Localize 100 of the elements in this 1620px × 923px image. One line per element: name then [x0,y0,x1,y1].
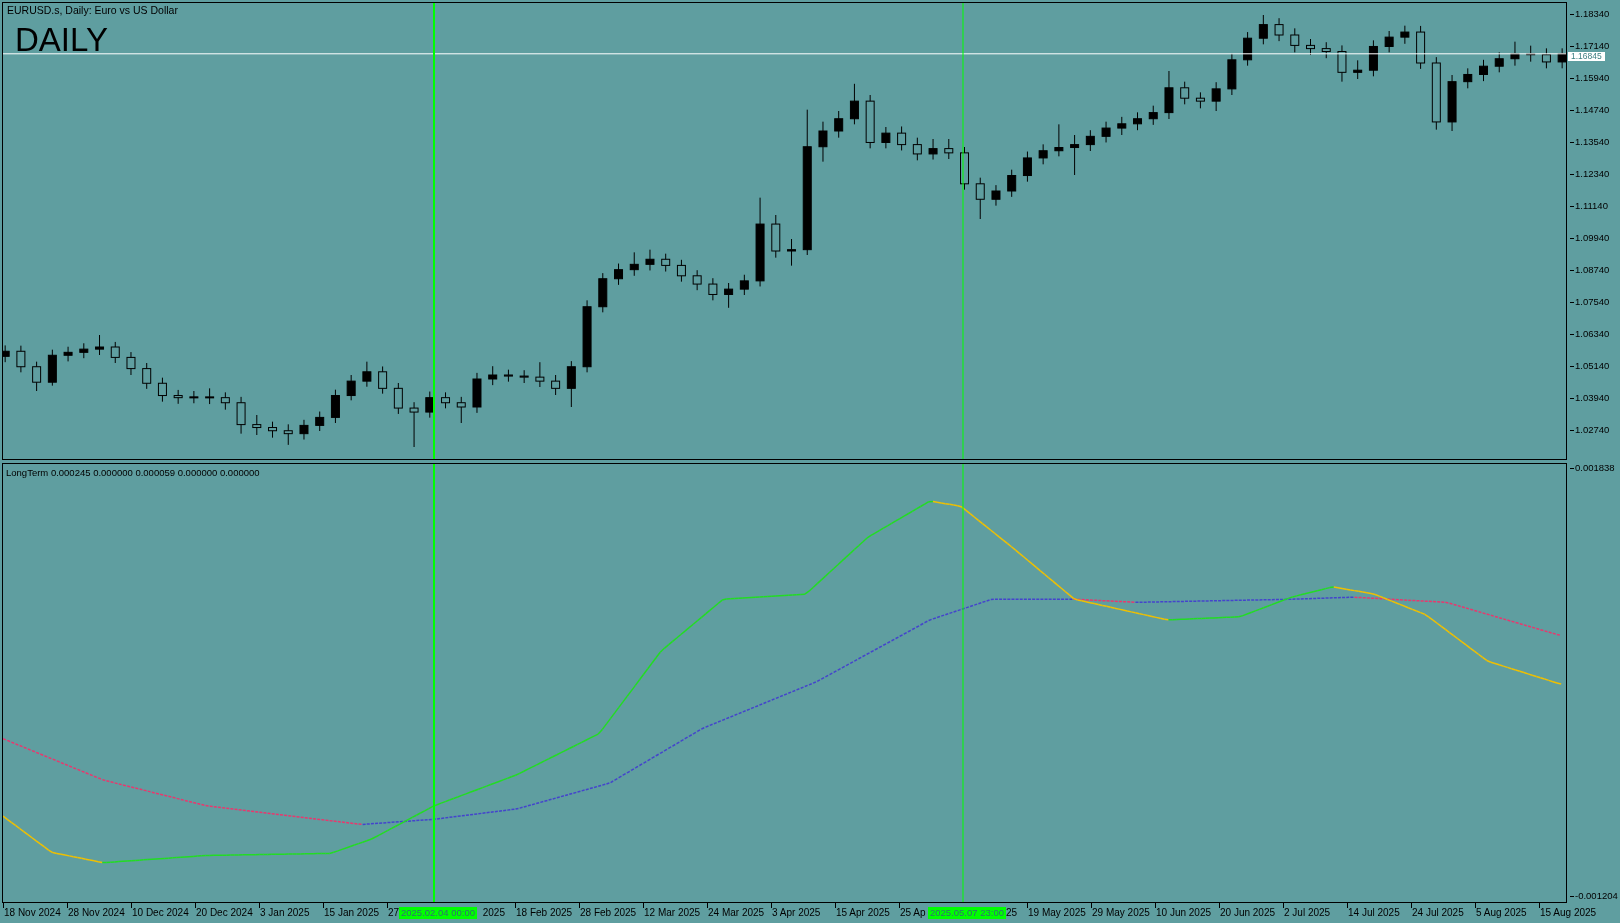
candle [79,342,89,359]
candle [1290,27,1300,53]
candle [1258,14,1268,45]
candle [614,263,623,286]
candle [1195,91,1205,109]
price-axis-label: 1.07540 [1570,296,1610,307]
candle [818,121,828,163]
candle [944,138,954,160]
crosshair-time-tag: 2025.05.07 23:00 [928,907,1006,919]
indicator-axis-label: -0.001204 [1570,891,1618,901]
candle [189,390,199,404]
price-axis-label: 1.08740 [1570,264,1610,275]
candle [236,396,246,435]
candle [268,421,278,439]
time-axis-label: 2 Jul 2025 [1283,903,1347,923]
candle [110,341,120,364]
candle [771,214,781,259]
candle [1463,67,1473,89]
candle [1101,121,1111,143]
candle [157,377,167,403]
time-axis-label: 15 Apr 2025 [835,903,899,923]
price-axis-label: 1.02740 [1570,424,1610,435]
candle [881,126,891,149]
candle [928,138,938,161]
candle [1353,59,1363,80]
candle [1022,151,1032,183]
time-axis-label: 14 Jul 2025 [1347,903,1411,923]
candle [708,277,718,301]
candle [1038,143,1048,165]
candle [299,419,309,441]
price-axis-label: 1.11140 [1570,200,1608,211]
candle [1384,30,1394,53]
candle [1510,41,1520,67]
candle [47,349,57,387]
candle [912,137,922,161]
candle [1211,81,1221,112]
candle [142,362,152,390]
candle [535,361,545,388]
candle [63,346,73,362]
candle [1400,25,1410,45]
candle [1054,123,1064,157]
candle [409,401,419,448]
candle [220,391,230,411]
price-axis-label: 1.09940 [1570,232,1610,243]
candle [787,238,796,267]
candle [661,253,671,273]
price-axis-label: 1.15940 [1570,72,1610,83]
candle [1526,45,1536,63]
candle [456,396,466,424]
candle [865,94,875,149]
candle [173,389,183,405]
time-axis-label: 15 Aug 2025 [1539,903,1603,923]
timeframe-label: DAILY [15,23,108,56]
candle [126,351,136,376]
candle [1070,134,1080,176]
candle [676,259,686,283]
candle [692,269,702,291]
candle [503,369,513,383]
candle [1085,129,1095,152]
candle [519,369,529,384]
candle [1133,111,1142,131]
price-axis-label: 1.06340 [1570,328,1610,339]
candle [378,365,388,395]
time-axis-label: 3 Apr 2025 [771,903,835,923]
time-axis-label: 24 Jul 2025 [1411,903,1475,923]
candle [834,110,844,139]
candle [1494,51,1504,73]
candle [960,146,969,191]
crosshair-time-tag: 2025.02.04 00:00 [399,907,477,919]
candle [1243,31,1253,67]
price-axis-label: 1.17140 [1570,40,1610,51]
candle [897,125,907,151]
time-axis-label: 10 Dec 2024 [131,903,195,923]
time-axis-label: 12 Mar 2025 [643,903,707,923]
candle [1306,38,1315,56]
time-axis-label: 28 Feb 2025 [579,903,643,923]
candle [975,177,985,220]
time-axis-label: 18 Feb 2025 [515,903,579,923]
candle [330,389,340,424]
time-axis-label: 3 Jan 2025 [259,903,323,923]
candle [849,83,859,125]
price-axis-label: 1.18340 [1570,8,1610,19]
candle [472,372,482,414]
candle [1274,17,1284,42]
candle [393,382,403,415]
indicator-axis-label: 0.001838 [1570,463,1615,473]
time-axis-label: 5 Aug 2025 [1475,903,1539,923]
time-axis-label: 10 Jun 2025 [1155,903,1219,923]
time-axis-label: 19 May 2025 [1027,903,1091,923]
time-axis-label: 15 Jan 2025 [323,903,387,923]
time-axis-label: 20 Jun 2025 [1219,903,1283,923]
candle [1148,105,1158,126]
candle [1164,70,1174,120]
candle [1541,47,1551,69]
time-axis-label: 24 Mar 2025 [707,903,771,923]
candle [1416,25,1426,70]
candle [441,391,450,409]
time-axis-label: 2025 [482,906,505,920]
time-axis-label: 20 Dec 2024 [195,903,259,923]
candle [425,391,435,419]
